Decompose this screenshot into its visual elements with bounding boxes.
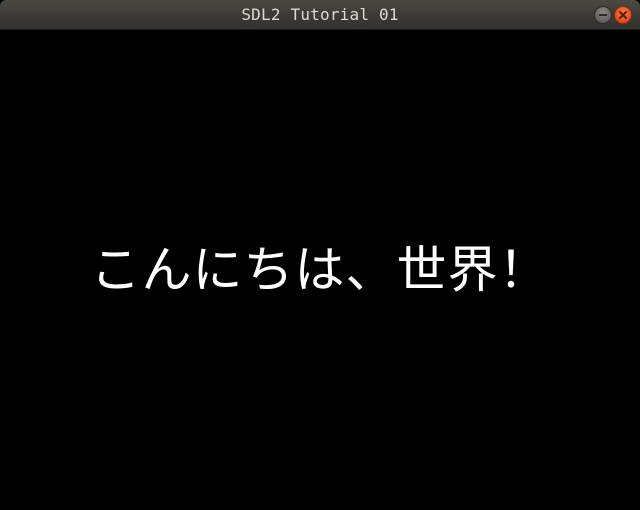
hello-world-text: こんにちは、世界！	[90, 241, 550, 299]
window-titlebar[interactable]: SDL2 Tutorial 01	[0, 0, 640, 30]
close-icon	[619, 11, 627, 19]
window-controls	[594, 6, 634, 24]
window-title: SDL2 Tutorial 01	[241, 5, 399, 24]
render-canvas: こんにちは、世界！	[0, 30, 640, 510]
sdl-window: SDL2 Tutorial 01 こんにちは、世界！	[0, 0, 640, 510]
minimize-button[interactable]	[594, 6, 612, 24]
close-button[interactable]	[614, 6, 632, 24]
minimize-icon	[599, 14, 607, 16]
